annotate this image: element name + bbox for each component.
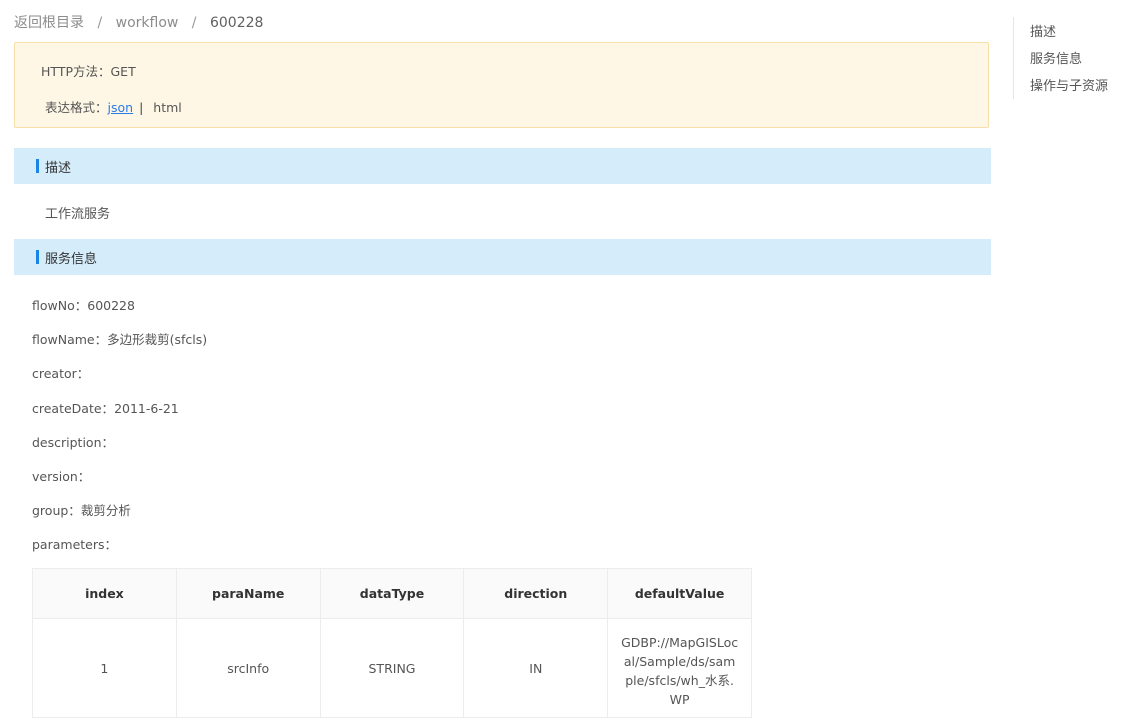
field-label: flowName： <box>32 332 108 347</box>
format-row: 表达格式：json | html <box>45 97 182 116</box>
cell-index: 1 <box>32 618 177 718</box>
column-header-dataType: dataType <box>319 568 465 619</box>
field-label: group： <box>32 503 81 518</box>
field-parameters: parameters： <box>32 534 117 553</box>
format-separator: | <box>139 100 144 115</box>
field-description: description： <box>32 432 114 451</box>
breadcrumb-current: 600228 <box>209 15 264 31</box>
field-label: parameters： <box>32 537 118 552</box>
table-header-row: index paraName dataType direction defaul… <box>32 568 752 619</box>
breadcrumb: 返回根目录 / workflow / 600228 <box>14 12 263 32</box>
parameters-table: index paraName dataType direction defaul… <box>32 568 752 718</box>
cell-dataType: STRING <box>319 618 465 718</box>
field-group: group：裁剪分析 <box>32 500 131 519</box>
toc-item-description[interactable]: 描述 <box>1030 21 1056 40</box>
field-label: description： <box>32 435 115 450</box>
section-accent-bar <box>36 159 39 173</box>
field-label: flowNo： <box>32 298 88 313</box>
field-creator: creator： <box>32 363 89 382</box>
toc-item-operations[interactable]: 操作与子资源 <box>1030 75 1108 94</box>
toc-item-service-info[interactable]: 服务信息 <box>1030 48 1082 67</box>
field-value: 多边形裁剪(sfcls) <box>107 332 208 347</box>
field-value: 2011-6-21 <box>114 401 179 416</box>
table-of-contents: 描述 服务信息 操作与子资源 <box>1013 17 1108 99</box>
format-html-option[interactable]: html <box>153 100 181 115</box>
cell-paraName: srcInfo <box>175 618 321 718</box>
field-value: 裁剪分析 <box>80 503 131 518</box>
breadcrumb-separator: / <box>97 15 103 31</box>
http-method-value: GET <box>110 64 136 79</box>
format-label: 表达格式： <box>45 100 108 115</box>
field-createDate: createDate：2011-6-21 <box>32 398 179 417</box>
column-header-index: index <box>32 568 177 619</box>
field-version: version： <box>32 466 90 485</box>
section-title-description: 描述 <box>45 161 72 176</box>
column-header-direction: direction <box>463 568 609 619</box>
field-label: version： <box>32 469 91 484</box>
column-header-paraName: paraName <box>175 568 321 619</box>
request-info-box: HTTP方法：GET 表达格式：json | html <box>14 42 989 128</box>
http-method-row: HTTP方法：GET <box>41 61 136 80</box>
field-label: createDate： <box>32 401 115 416</box>
section-accent-bar <box>36 250 39 264</box>
column-header-defaultValue: defaultValue <box>607 568 752 619</box>
section-header-description: 描述 <box>14 148 991 184</box>
section-header-service-info: 服务信息 <box>14 239 991 275</box>
field-label: creator： <box>32 366 90 381</box>
description-text: 工作流服务 <box>45 207 111 222</box>
breadcrumb-separator: / <box>191 15 197 31</box>
field-value: 600228 <box>87 298 135 313</box>
table-row: 1 srcInfo STRING IN GDBP://MapGISLocal/S… <box>32 618 752 718</box>
section-title-service-info: 服务信息 <box>45 252 98 267</box>
breadcrumb-root-link[interactable]: 返回根目录 <box>14 15 84 31</box>
field-flowNo: flowNo：600228 <box>32 295 135 314</box>
breadcrumb-workflow-link[interactable]: workflow <box>116 15 179 31</box>
cell-defaultValue: GDBP://MapGISLocal/Sample/ds/sample/sfcl… <box>607 618 752 718</box>
cell-direction: IN <box>463 618 609 718</box>
field-flowName: flowName：多边形裁剪(sfcls) <box>32 329 207 348</box>
format-json-link[interactable]: json <box>108 100 134 115</box>
http-method-label: HTTP方法： <box>41 64 111 79</box>
